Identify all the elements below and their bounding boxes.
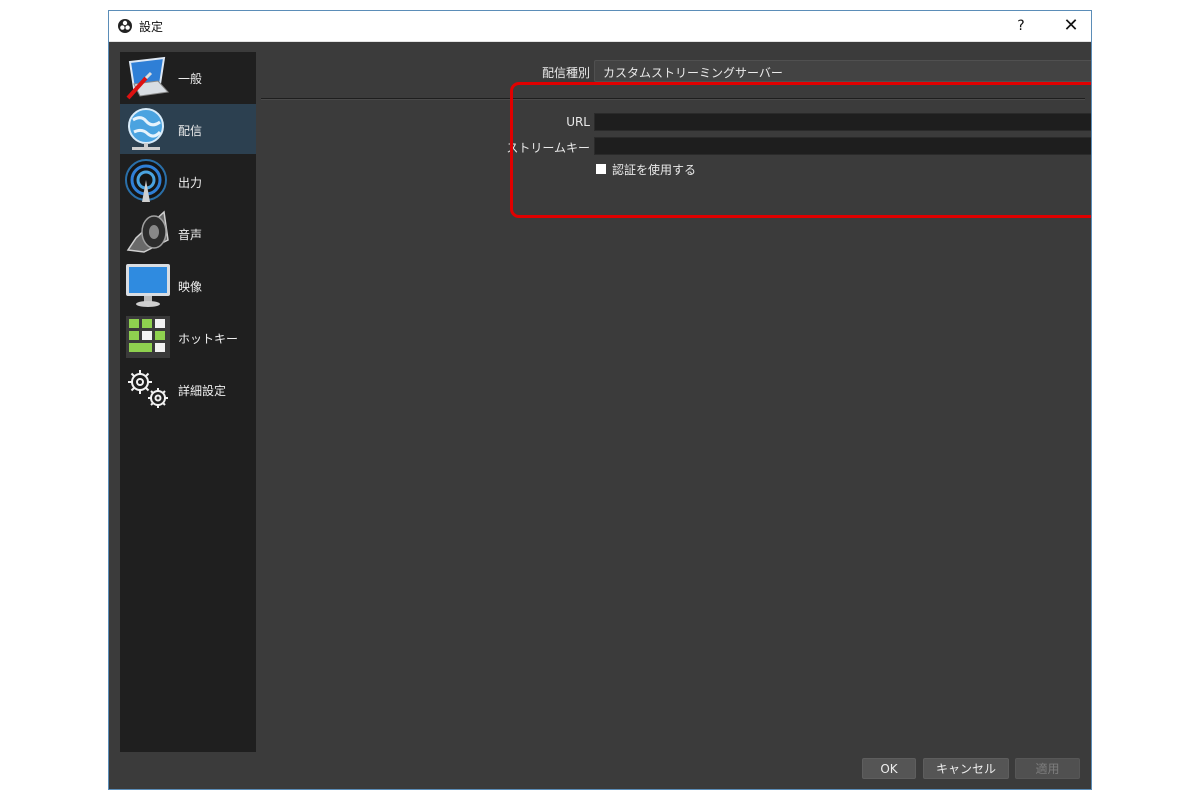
sidebar-item-label: 配信 bbox=[178, 124, 203, 138]
title-bar: 設定 ? ✕ bbox=[109, 11, 1091, 42]
sidebar-item-general[interactable]: 一般 bbox=[120, 52, 256, 102]
service-type-select[interactable]: カスタムストリーミングサーバー ⌃⌄ bbox=[594, 60, 1091, 82]
audio-icon bbox=[126, 210, 169, 253]
service-type-label: 配信種別 bbox=[541, 66, 590, 80]
cancel-button[interactable]: キャンセル bbox=[923, 758, 1009, 779]
settings-window: 設定 ? ✕ 一般 配信 出力 音声 映像 ホットキー 詳細設定 配信種別 カス… bbox=[108, 10, 1092, 790]
sidebar-item-hotkeys[interactable]: ホットキー bbox=[120, 312, 256, 362]
close-button[interactable]: ✕ bbox=[1051, 11, 1091, 41]
obs-logo-icon bbox=[118, 19, 132, 33]
sidebar-item-label: ホットキー bbox=[178, 332, 239, 346]
window-title: 設定 bbox=[139, 20, 164, 34]
stream-settings-panel: 配信種別 カスタムストリーミングサーバー ⌃⌄ URL ストリームキー 表示 認… bbox=[256, 42, 1091, 756]
sidebar-item-label: 音声 bbox=[178, 228, 203, 242]
stream-icon bbox=[128, 108, 164, 150]
video-icon bbox=[126, 264, 170, 307]
sidebar-item-label: 映像 bbox=[178, 280, 203, 294]
highlight-annotation bbox=[510, 82, 1091, 218]
ok-button[interactable]: OK bbox=[862, 758, 916, 779]
output-icon bbox=[125, 159, 167, 202]
sidebar-item-label: 一般 bbox=[178, 72, 203, 86]
sidebar-item-audio[interactable]: 音声 bbox=[120, 208, 256, 258]
hotkey-icon bbox=[126, 316, 170, 358]
help-button[interactable]: ? bbox=[1001, 11, 1041, 41]
service-type-value: カスタムストリーミングサーバー bbox=[603, 66, 783, 80]
settings-sidebar: 一般 配信 出力 音声 映像 ホットキー 詳細設定 bbox=[120, 52, 256, 752]
advanced-icon bbox=[128, 370, 168, 408]
sidebar-item-stream[interactable]: 配信 bbox=[120, 104, 256, 154]
sidebar-item-advanced[interactable]: 詳細設定 bbox=[120, 364, 256, 414]
sidebar-item-label: 詳細設定 bbox=[178, 384, 227, 398]
sidebar-item-label: 出力 bbox=[178, 176, 203, 190]
apply-button[interactable]: 適用 bbox=[1015, 758, 1080, 779]
sidebar-item-output[interactable]: 出力 bbox=[120, 156, 256, 206]
general-icon bbox=[126, 56, 170, 100]
sidebar-item-video[interactable]: 映像 bbox=[120, 260, 256, 310]
